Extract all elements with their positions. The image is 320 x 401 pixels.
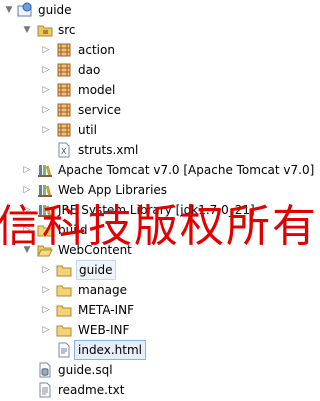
collapse-toggle-icon[interactable]: ▷ bbox=[41, 320, 51, 340]
tree-item-folder-meta-inf[interactable]: ▷ META-INF bbox=[0, 300, 313, 320]
tree-item-label: action bbox=[78, 43, 115, 57]
web-project-icon bbox=[17, 2, 32, 17]
folder-icon bbox=[56, 285, 72, 297]
package-icon bbox=[57, 83, 71, 97]
html-file-icon bbox=[58, 342, 70, 358]
collapse-toggle-icon[interactable]: ▷ bbox=[41, 300, 51, 320]
collapse-toggle-icon[interactable]: ▷ bbox=[41, 60, 51, 80]
folder-icon bbox=[56, 325, 72, 337]
tree-item-label: util bbox=[78, 123, 97, 137]
tree-item-readme-txt[interactable]: readme.txt bbox=[0, 380, 313, 400]
collapse-toggle-icon[interactable]: ▷ bbox=[41, 80, 51, 100]
tree-item-src[interactable]: ▼ src bbox=[0, 20, 313, 40]
source-folder-icon bbox=[37, 25, 53, 37]
tree-item-label: Apache Tomcat v7.0 [Apache Tomcat v7.0] bbox=[58, 163, 315, 177]
expand-toggle-icon[interactable]: ▼ bbox=[4, 0, 14, 20]
tree-item-tomcat-runtime[interactable]: ▷ Apache Tomcat v7.0 [Apache Tomcat v7.0… bbox=[0, 160, 315, 180]
tree-item-struts-xml[interactable]: X struts.xml bbox=[0, 140, 313, 160]
tree-item-guide-sql[interactable]: guide.sql bbox=[0, 360, 313, 380]
tree-item-label: model bbox=[78, 83, 116, 97]
library-icon bbox=[38, 165, 52, 177]
tree-item-package-dao[interactable]: ▷ dao bbox=[0, 60, 313, 80]
tree-item-project-guide[interactable]: ▼ guide bbox=[0, 0, 313, 20]
tree-item-folder-manage[interactable]: ▷ manage bbox=[0, 280, 313, 300]
tree-item-label: struts.xml bbox=[78, 143, 139, 157]
tree-item-folder-guide[interactable]: ▷ guide bbox=[0, 260, 313, 280]
expand-toggle-icon[interactable]: ▼ bbox=[22, 20, 32, 40]
tree-item-package-util[interactable]: ▷ util bbox=[0, 120, 313, 140]
tree-item-label: index.html bbox=[74, 340, 146, 360]
watermark-overlay: 信科技版权所有 bbox=[0, 201, 318, 252]
tree-item-index-html[interactable]: index.html bbox=[0, 340, 313, 360]
package-icon bbox=[57, 123, 71, 137]
folder-icon bbox=[56, 305, 72, 317]
package-icon bbox=[57, 43, 71, 57]
tree-item-package-service[interactable]: ▷ service bbox=[0, 100, 313, 120]
tree-item-folder-web-inf[interactable]: ▷ WEB-INF bbox=[0, 320, 313, 340]
sql-file-icon bbox=[39, 362, 51, 378]
folder-icon bbox=[56, 265, 72, 277]
collapse-toggle-icon[interactable]: ▷ bbox=[41, 40, 51, 60]
collapse-toggle-icon[interactable]: ▷ bbox=[41, 280, 51, 300]
tree-item-label: guide.sql bbox=[58, 363, 113, 377]
collapse-toggle-icon[interactable]: ▷ bbox=[22, 160, 32, 180]
tree-item-label: src bbox=[58, 23, 76, 37]
text-file-icon bbox=[39, 382, 51, 398]
tree-item-label: service bbox=[78, 103, 121, 117]
tree-item-label: guide bbox=[76, 260, 116, 280]
tree-item-label: META-INF bbox=[78, 303, 135, 317]
package-icon bbox=[57, 63, 71, 77]
tree-item-label: manage bbox=[78, 283, 128, 297]
tree-item-package-model[interactable]: ▷ model bbox=[0, 80, 313, 100]
xml-file-icon: X bbox=[58, 142, 70, 158]
collapse-toggle-icon[interactable]: ▷ bbox=[41, 260, 51, 280]
tree-item-label: readme.txt bbox=[58, 383, 125, 397]
collapse-toggle-icon[interactable]: ▷ bbox=[41, 100, 51, 120]
svg-text:X: X bbox=[61, 147, 67, 156]
tree-item-label: WEB-INF bbox=[78, 323, 130, 337]
tree-item-label: dao bbox=[78, 63, 101, 77]
tree-item-label: guide bbox=[38, 3, 72, 17]
package-icon bbox=[57, 103, 71, 117]
collapse-toggle-icon[interactable]: ▷ bbox=[41, 120, 51, 140]
tree-item-package-action[interactable]: ▷ action bbox=[0, 40, 313, 60]
